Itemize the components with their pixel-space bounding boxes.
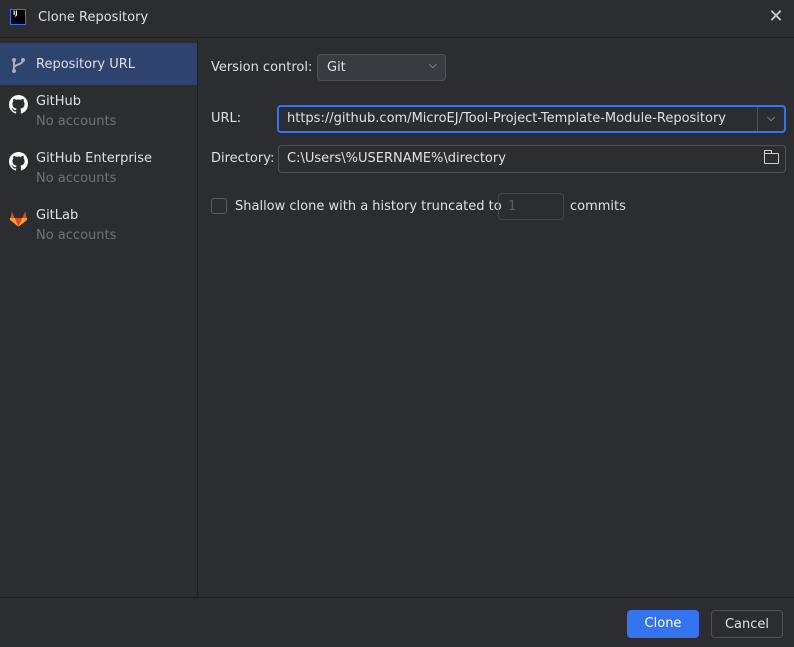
url-value: https://github.com/MicroEJ/Tool-Project-… (287, 111, 726, 126)
commits-label: commits (570, 199, 626, 214)
sidebar-item-github[interactable]: GitHub No accounts (0, 85, 197, 142)
url-label: URL: (211, 111, 242, 126)
dialog-title: Clone Repository (38, 10, 149, 25)
directory-label: Directory: (211, 151, 275, 166)
sidebar-item-label: GitLab (36, 208, 79, 223)
sidebar-item-sublabel: No accounts (36, 171, 117, 186)
folder-icon[interactable] (764, 150, 779, 164)
sidebar-item-label: GitHub Enterprise (36, 151, 153, 166)
shallow-clone-checkbox[interactable] (211, 198, 227, 214)
chevron-down-icon: ⌵ (428, 58, 437, 71)
clone-button[interactable]: Clone (627, 610, 699, 638)
github-icon (9, 95, 28, 114)
directory-input[interactable]: C:\Users\%USERNAME%\directory (278, 145, 786, 173)
sidebar-item-gitlab[interactable]: GitLab No accounts (0, 199, 197, 256)
directory-value: C:\Users\%USERNAME%\directory (287, 151, 506, 166)
sidebar-item-sublabel: No accounts (36, 228, 117, 243)
sidebar-item-label: Repository URL (36, 57, 136, 72)
chevron-down-icon: ⌵ (766, 111, 776, 124)
git-branch-icon (12, 58, 25, 73)
sidebar-item-label: GitHub (36, 94, 82, 109)
url-input[interactable]: https://github.com/MicroEJ/Tool-Project-… (277, 105, 786, 133)
url-history-dropdown[interactable]: ⌵ (757, 107, 784, 131)
cancel-button[interactable]: Cancel (711, 610, 783, 638)
intellij-app-icon: IJ (10, 9, 26, 25)
version-control-select[interactable]: Git ⌵ (317, 54, 446, 81)
gitlab-icon (9, 211, 28, 227)
sidebar-item-repository-url[interactable]: Repository URL (0, 43, 197, 85)
history-depth-placeholder: 1 (508, 199, 517, 214)
title-bar: IJ Clone Repository ✕ (0, 0, 794, 38)
version-control-label: Version control: (211, 60, 313, 75)
sidebar: Repository URL GitHub No accounts GitHub… (0, 39, 198, 597)
close-button[interactable]: ✕ (764, 6, 788, 30)
history-depth-input[interactable]: 1 (498, 193, 564, 220)
dialog-footer: Clone Cancel (0, 597, 794, 647)
sidebar-item-sublabel: No accounts (36, 114, 117, 129)
version-control-value: Git (327, 60, 346, 75)
github-icon (9, 152, 28, 171)
shallow-clone-label[interactable]: Shallow clone with a history truncated t… (235, 199, 502, 214)
sidebar-item-github-enterprise[interactable]: GitHub Enterprise No accounts (0, 142, 197, 199)
